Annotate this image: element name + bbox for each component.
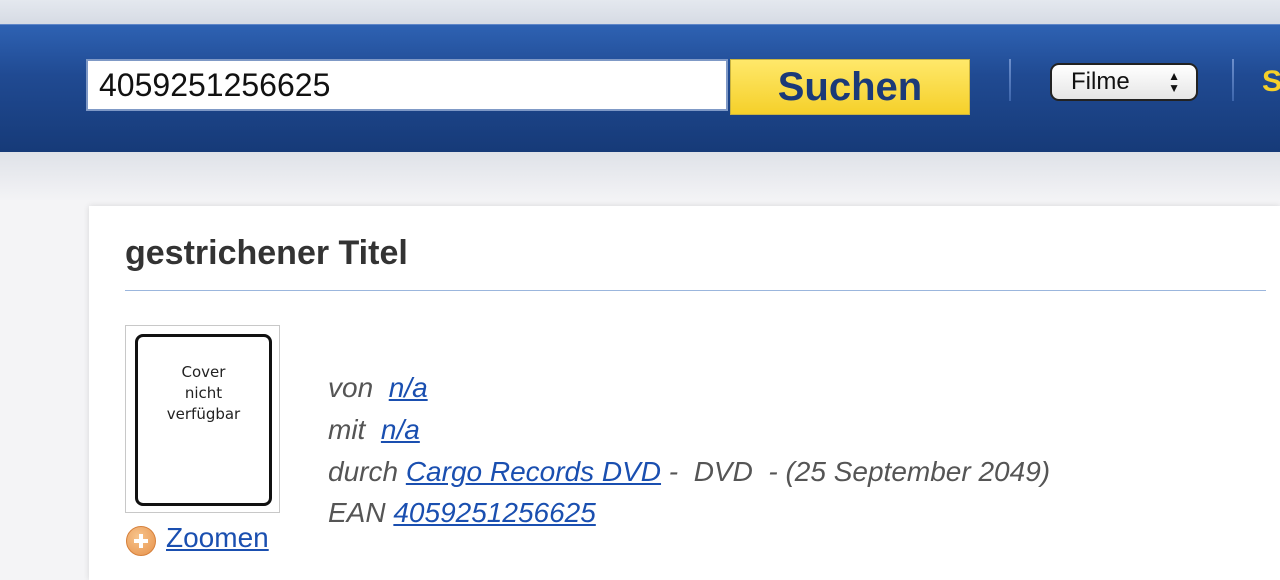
cover-placeholder-line: nicht bbox=[184, 384, 223, 402]
meta-row-by: von n/a bbox=[328, 372, 428, 404]
through-label: durch bbox=[328, 456, 399, 487]
ean-label: EAN bbox=[328, 497, 386, 528]
category-select[interactable]: Filme ▲ ▼ bbox=[1050, 63, 1198, 101]
publisher-link[interactable]: Cargo Records DVD bbox=[406, 456, 661, 487]
with-label: mit bbox=[328, 414, 366, 445]
cover-placeholder: Cover nicht verfügbar bbox=[135, 334, 272, 506]
cover-placeholder-line: Cover bbox=[181, 363, 226, 381]
cast-link[interactable]: n/a bbox=[381, 414, 420, 445]
meta-row-with: mit n/a bbox=[328, 414, 420, 446]
title-divider bbox=[125, 290, 1266, 291]
category-select-value: Filme bbox=[1071, 68, 1130, 95]
plus-circle-icon[interactable] bbox=[126, 526, 156, 556]
page-title: gestrichener Titel bbox=[125, 234, 408, 272]
meta-row-ean: EAN 4059251256625 bbox=[328, 497, 596, 529]
zoom-link[interactable]: Zoomen bbox=[166, 522, 269, 554]
header-divider bbox=[1232, 59, 1234, 101]
by-label: von bbox=[328, 372, 374, 403]
cover-placeholder-text: Cover nicht verfügbar bbox=[138, 362, 269, 425]
header-shadow bbox=[0, 152, 1280, 202]
ean-link[interactable]: 4059251256625 bbox=[393, 497, 595, 528]
cover-placeholder-line: verfügbar bbox=[166, 405, 241, 423]
browser-top-strip bbox=[0, 0, 1280, 24]
author-link[interactable]: n/a bbox=[389, 372, 428, 403]
release-date: (25 September 2049) bbox=[785, 456, 1051, 487]
format-text: - DVD - bbox=[661, 456, 786, 487]
search-input[interactable] bbox=[86, 59, 728, 111]
updown-arrows-icon: ▲ ▼ bbox=[1168, 69, 1180, 95]
header-divider bbox=[1009, 59, 1011, 101]
nav-link-partial[interactable]: S bbox=[1262, 65, 1280, 99]
meta-row-publisher: durch Cargo Records DVD - DVD - (25 Sept… bbox=[328, 456, 1050, 488]
site-header: Suchen Filme ▲▼ S bbox=[0, 24, 1280, 152]
search-button[interactable]: Suchen bbox=[730, 59, 970, 115]
cover-image[interactable]: Cover nicht verfügbar bbox=[125, 325, 280, 513]
